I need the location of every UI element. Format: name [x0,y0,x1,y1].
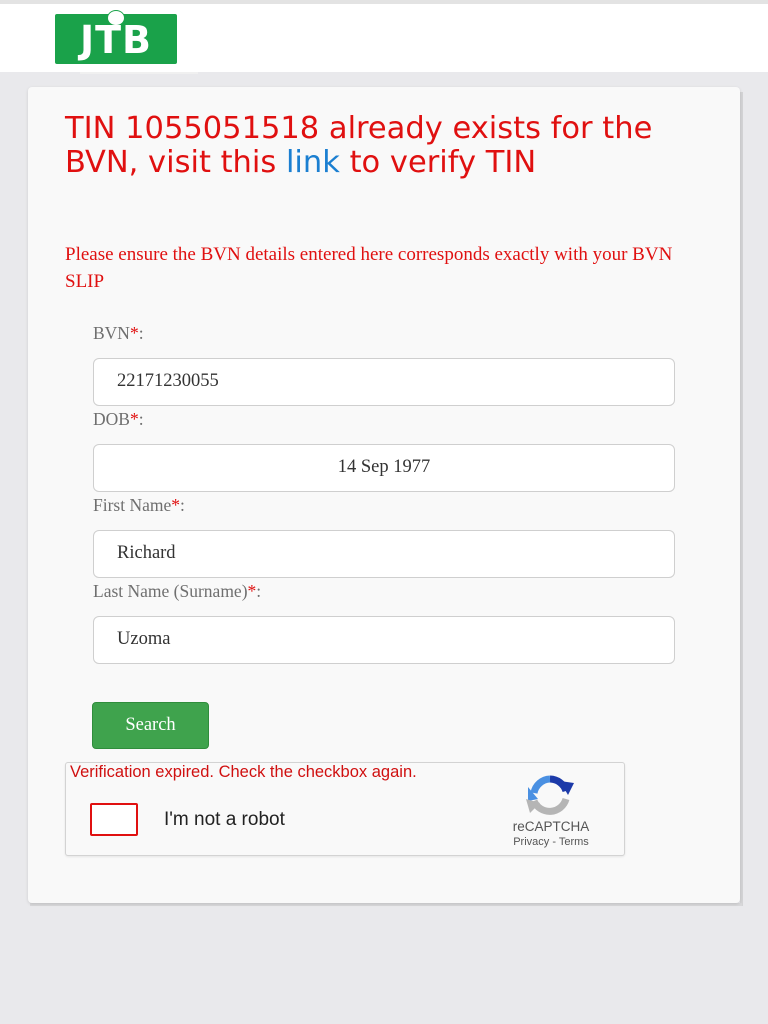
last-name-label: Last Name (Surname)*: [93,581,262,601]
captcha-label: I'm not a robot [164,809,285,830]
card-shadow-right [740,92,743,906]
required-marker: * [129,323,139,343]
first-name-input[interactable]: Richard [93,530,675,578]
recaptcha-links: Privacy - Terms [486,836,616,848]
required-marker: * [247,581,257,601]
recaptcha-widget: Verification expired. Check the checkbox… [65,762,625,856]
status-message-tail: to verify TIN [339,145,537,180]
terms-link[interactable]: Terms [559,836,589,848]
first-name-label: First Name*: [93,495,185,515]
required-marker: * [129,409,139,429]
logo-text: JTB [79,18,153,62]
bvn-notice: Please ensure the BVN details entered he… [65,244,673,292]
page-header: JTB [0,0,768,74]
bvn-input[interactable]: 22171230055 [93,358,675,406]
captcha-checkbox[interactable] [90,803,138,836]
status-message: TIN 1055051518 already exists for the BV… [65,112,715,180]
dob-input[interactable]: 14 Sep 1977 [93,444,675,492]
bvn-label: BVN*: [93,323,144,343]
dob-label: DOB*: [93,409,144,429]
verify-tin-link[interactable]: link [286,145,340,180]
card-shadow-bottom [30,903,742,906]
search-button[interactable]: Search [92,702,209,749]
logo-divider [80,72,198,74]
required-marker: * [171,495,181,515]
links-separator: - [549,836,559,848]
recaptcha-logo-icon [526,775,574,815]
privacy-link[interactable]: Privacy [513,836,549,848]
captcha-error-message: Verification expired. Check the checkbox… [70,763,417,781]
jtb-logo[interactable]: JTB [55,10,177,64]
recaptcha-brand: reCAPTCHA [512,819,590,834]
last-name-input[interactable]: Uzoma [93,616,675,664]
